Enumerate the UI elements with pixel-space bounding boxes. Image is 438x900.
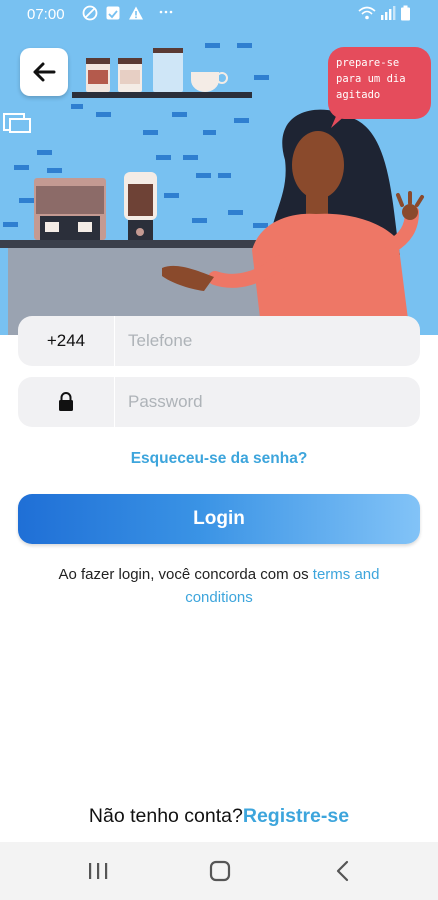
register-link[interactable]: Registre-se	[243, 805, 349, 827]
gallery-icon	[105, 5, 121, 25]
speech-bubble: prepare-se para um dia agitado	[328, 47, 431, 119]
arrow-left-icon	[33, 62, 56, 82]
do-not-disturb-icon	[82, 5, 98, 25]
phone-field: +244	[18, 316, 420, 366]
battery-icon	[400, 5, 412, 25]
back-icon	[336, 860, 349, 882]
back-button[interactable]	[20, 48, 68, 96]
speech-bubble-text: prepare-se para um dia agitado	[336, 57, 406, 101]
terms-text: Ao fazer login, você concorda com os ter…	[30, 563, 408, 609]
home-icon	[209, 860, 231, 882]
alert-icon	[128, 5, 144, 25]
phone-input[interactable]	[128, 316, 408, 366]
lock-icon	[59, 392, 73, 411]
status-bar: 07:00	[0, 0, 438, 32]
recent-apps-button[interactable]	[80, 858, 116, 884]
signup-question: Não tenho conta?	[88, 805, 243, 827]
signal-icon	[380, 5, 396, 25]
nav-back-button[interactable]	[325, 858, 361, 884]
home-button[interactable]	[202, 858, 238, 884]
login-button[interactable]: Login	[18, 494, 420, 544]
hero-illustration: 07:00 prepare-se para um dia agitado	[0, 0, 438, 335]
status-time: 07:00	[27, 6, 65, 23]
password-input[interactable]	[128, 377, 408, 427]
forgot-password-link[interactable]: Esqueceu-se da senha?	[0, 450, 438, 468]
wifi-icon	[358, 5, 376, 25]
signup-prompt: Não tenho conta?Registre-se	[0, 805, 438, 828]
more-dots-icon	[158, 3, 174, 23]
navigation-bar	[0, 842, 438, 900]
terms-prefix: Ao fazer login, você concorda com os	[58, 566, 309, 583]
recent-apps-icon	[89, 863, 108, 879]
password-field	[18, 377, 420, 427]
lock-prefix	[18, 377, 115, 427]
country-code[interactable]: +244	[18, 316, 115, 366]
